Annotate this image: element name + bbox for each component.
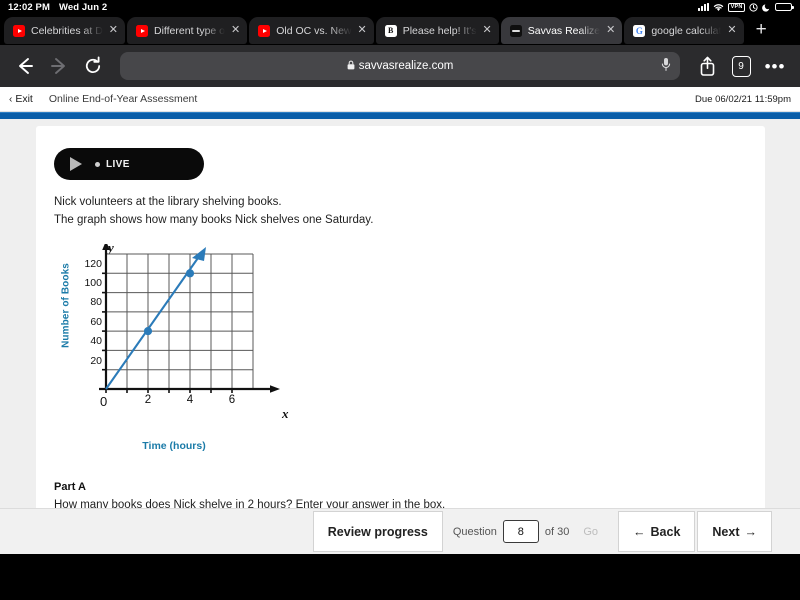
browser-toolbar: savvasrealize.com 9 •••	[0, 45, 800, 87]
tab-overview-button[interactable]: 9	[726, 51, 756, 81]
tab-title: Savvas Realize	[527, 24, 601, 37]
assessment-body: LIVE Nick volunteers at the library shel…	[0, 119, 800, 554]
data-point-2-60	[143, 326, 153, 335]
browser-tab[interactable]: Celebrities at D ✕	[4, 17, 125, 44]
exit-button[interactable]: ‹ Exit	[9, 93, 33, 105]
due-date: Due 06/02/21 11:59pm	[695, 93, 791, 105]
next-nav-label: Next	[712, 524, 740, 539]
data-point-4-120	[185, 268, 195, 278]
question-card: LIVE Nick volunteers at the library shel…	[36, 126, 765, 554]
browser-tab-active[interactable]: Savvas Realize ✕	[500, 17, 623, 44]
savvas-icon	[509, 24, 522, 37]
address-bar[interactable]: savvasrealize.com	[120, 52, 680, 80]
url-text: savvasrealize.com	[358, 60, 454, 72]
forward-button[interactable]	[44, 51, 74, 81]
vpn-badge-icon: VPN	[728, 2, 745, 12]
browser-tab[interactable]: Old OC vs. New ✕	[249, 17, 374, 44]
next-nav-button[interactable]: Next →	[697, 511, 772, 552]
play-icon[interactable]	[70, 157, 82, 171]
reload-button[interactable]	[78, 51, 108, 81]
part-label: Part A	[54, 480, 86, 493]
tab-title: google calculat	[651, 24, 722, 37]
status-date: Wed Jun 2	[59, 1, 108, 13]
brainly-icon: B	[384, 24, 397, 37]
live-dot-icon	[95, 161, 100, 167]
question-total-label: of 30	[544, 525, 570, 538]
tab-title: Celebrities at D	[31, 24, 103, 37]
go-button[interactable]: Go	[575, 526, 606, 538]
browser-tab[interactable]: Different type o ✕	[127, 17, 248, 44]
youtube-icon	[136, 24, 148, 37]
new-tab-button[interactable]: +	[748, 20, 775, 44]
close-icon[interactable]: ✕	[606, 25, 615, 36]
signal-bars-icon	[698, 3, 710, 11]
question-number-input[interactable]: 8	[502, 520, 539, 543]
browser-tab-strip: Celebrities at D ✕ Different type o ✕ Ol…	[0, 14, 800, 45]
ellipsis-icon: •••	[764, 56, 786, 76]
orientation-lock-icon	[749, 2, 758, 12]
battery-icon	[775, 2, 794, 12]
ios-status-bar: 12:02 PM Wed Jun 2 VPN	[0, 0, 800, 14]
bottom-bar-spacer	[772, 509, 800, 554]
review-progress-button[interactable]: Review progress	[312, 511, 443, 552]
close-icon[interactable]: ✕	[358, 25, 367, 36]
exit-label: Exit	[15, 93, 33, 105]
status-time: 12:02 PM	[8, 1, 50, 13]
live-media-player[interactable]: LIVE	[54, 148, 204, 180]
page-title: Online End-of-Year Assessment	[48, 93, 198, 105]
share-button[interactable]	[692, 51, 722, 81]
back-button[interactable]	[10, 51, 40, 81]
question-stem-line-1: Nick volunteers at the library shelving …	[54, 196, 282, 208]
close-icon[interactable]: ✕	[231, 25, 240, 36]
tab-title: Old OC vs. New	[276, 24, 352, 37]
microphone-icon[interactable]	[661, 57, 671, 75]
wifi-icon	[713, 3, 724, 12]
arrow-left-icon: ←	[633, 524, 646, 539]
arrow-right-icon: →	[744, 524, 758, 539]
back-nav-button[interactable]: ← Back	[618, 511, 696, 552]
more-menu-button[interactable]: •••	[760, 51, 790, 81]
chevron-left-icon: ‹	[9, 93, 13, 105]
close-icon[interactable]: ✕	[109, 25, 118, 36]
question-label: Question	[452, 525, 497, 538]
graph-figure: y x Number of Books Time (hours) 0 120 1…	[56, 240, 356, 459]
question-navigator: Question 8 of 30 Go	[443, 509, 616, 554]
youtube-icon	[13, 24, 25, 37]
assessment-header: ‹ Exit Online End-of-Year Assessment Due…	[0, 87, 800, 112]
close-icon[interactable]: ✕	[483, 25, 492, 36]
tab-count: 9	[731, 55, 751, 77]
tab-title: Please help! It's	[402, 24, 477, 37]
question-stem-line-2: The graph shows how many books Nick shel…	[54, 213, 374, 226]
google-icon: G	[633, 24, 646, 37]
graph-plot	[99, 243, 280, 393]
youtube-icon	[258, 24, 271, 37]
lock-icon	[347, 60, 355, 72]
close-icon[interactable]: ✕	[727, 25, 736, 36]
browser-tab[interactable]: G google calculat ✕	[624, 17, 744, 44]
live-label: LIVE	[106, 158, 130, 170]
assessment-bottom-bar: Review progress Question 8 of 30 Go ← Ba…	[0, 508, 800, 554]
tab-title: Different type o	[154, 24, 226, 37]
do-not-disturb-moon-icon	[762, 3, 771, 12]
browser-tab[interactable]: B Please help! It's ✕	[375, 17, 499, 44]
back-nav-label: Back	[650, 524, 681, 539]
